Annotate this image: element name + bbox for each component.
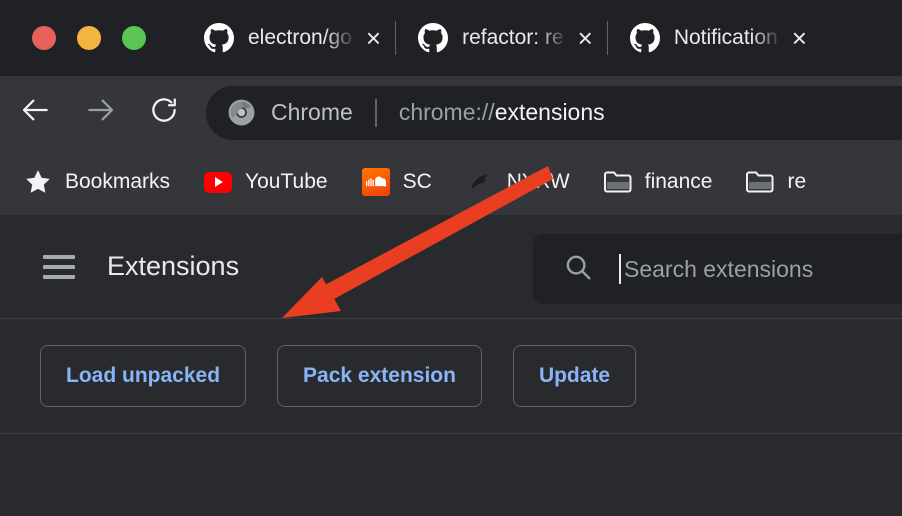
forward-arrow-icon — [84, 94, 116, 131]
pack-extension-button[interactable]: Pack extension — [277, 345, 482, 407]
back-button[interactable] — [14, 91, 58, 135]
update-button[interactable]: Update — [512, 345, 637, 407]
browser-toolbar: Chrome chrome://extensions — [0, 76, 902, 149]
reload-icon — [149, 95, 179, 130]
window-minimize-button[interactable] — [77, 26, 101, 50]
browser-tab-3[interactable]: Notification × — [608, 0, 821, 76]
load-unpacked-button[interactable]: Load unpacked — [40, 345, 247, 407]
extensions-action-bar: Load unpacked Pack extension Update — [0, 319, 902, 434]
bookmark-item-soundcloud[interactable]: SC — [356, 161, 438, 203]
soundcloud-icon — [361, 168, 390, 196]
reload-button[interactable] — [142, 91, 186, 135]
search-extensions-box[interactable]: Search extensions — [533, 234, 902, 304]
bookmark-label: re — [787, 170, 807, 193]
tab-list: electron/go × refactor: re × Notificatio… — [204, 0, 902, 76]
extensions-page-header: Extensions Search extensions — [0, 215, 902, 319]
omnibox-divider — [374, 98, 377, 127]
bookmark-label: NYXW — [506, 170, 570, 193]
browser-tab-2[interactable]: refactor: re × — [396, 0, 607, 76]
bookmark-label: SC — [402, 170, 432, 193]
omnibox-url[interactable]: chrome://extensions — [399, 99, 605, 126]
bookmark-label: finance — [644, 170, 713, 193]
bookmark-label: YouTube — [245, 170, 328, 193]
bookmark-item-bookmarks[interactable]: Bookmarks — [18, 161, 176, 203]
browser-tab-1[interactable]: electron/go × — [204, 0, 395, 76]
text-cursor — [619, 254, 621, 284]
tab-close-icon[interactable]: × — [366, 25, 381, 51]
window-zoom-button[interactable] — [122, 26, 146, 50]
folder-icon — [603, 168, 632, 196]
github-icon — [204, 23, 234, 53]
folder-icon — [746, 168, 774, 196]
bookmarks-bar: Bookmarks YouTube SC NYXW finance re — [0, 149, 902, 215]
forward-button[interactable] — [78, 91, 122, 135]
hamburger-menu-icon[interactable] — [43, 254, 75, 279]
browser-window: electron/go × refactor: re × Notificatio… — [0, 0, 902, 516]
nyxw-icon — [466, 168, 494, 196]
omnibox-url-host: extensions — [494, 99, 605, 125]
bookmark-item-youtube[interactable]: YouTube — [198, 161, 334, 203]
github-icon — [629, 23, 660, 53]
search-input[interactable]: Search extensions — [624, 256, 813, 283]
github-icon — [418, 23, 449, 53]
search-icon — [563, 252, 593, 287]
bookmark-folder-re[interactable]: re — [740, 161, 812, 203]
address-bar[interactable]: Chrome chrome://extensions — [206, 85, 902, 140]
bookmark-item-nyxw[interactable]: NYXW — [460, 161, 576, 203]
tab-strip: electron/go × refactor: re × Notificatio… — [0, 0, 902, 76]
tab-title: electron/go — [248, 26, 352, 49]
tab-close-icon[interactable]: × — [578, 25, 593, 51]
omnibox-url-scheme: chrome:// — [398, 99, 495, 125]
window-close-button[interactable] — [32, 26, 56, 50]
window-traffic-lights — [32, 26, 146, 50]
bookmark-folder-finance[interactable]: finance — [598, 161, 719, 203]
youtube-icon — [204, 168, 233, 196]
tab-close-icon[interactable]: × — [792, 25, 807, 51]
bookmark-label: Bookmarks — [65, 170, 171, 193]
chrome-logo-icon — [228, 99, 255, 126]
star-icon — [24, 168, 52, 196]
back-arrow-icon — [20, 94, 52, 131]
tab-title: refactor: re — [462, 26, 564, 49]
page-title: Extensions — [107, 251, 240, 281]
extensions-page: Extensions Search extensions Load unpack… — [0, 215, 902, 516]
tab-title: Notification — [673, 26, 778, 49]
omnibox-chip-label: Chrome — [271, 99, 353, 125]
